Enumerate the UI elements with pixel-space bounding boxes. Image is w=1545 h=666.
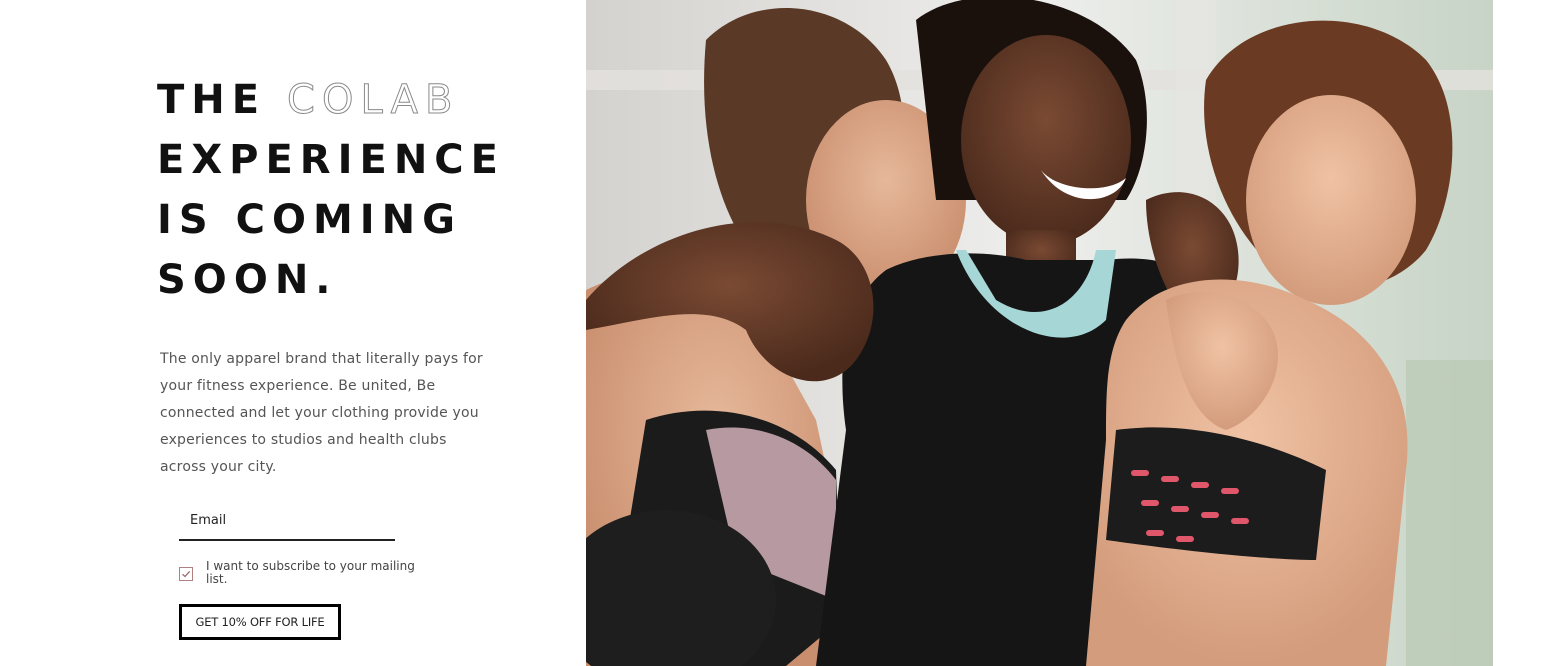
email-field[interactable] xyxy=(179,505,395,535)
headline-line-2: EXPERIENCE xyxy=(157,137,505,183)
subscribe-checkbox[interactable] xyxy=(179,567,193,581)
subscribe-option[interactable]: I want to subscribe to your mailing list… xyxy=(179,560,439,586)
headline-line-3: IS COMING xyxy=(157,197,462,243)
page-title: THE COLAB EXPERIENCE IS COMING SOON. xyxy=(157,70,505,310)
hero-photo xyxy=(586,0,1493,666)
email-field-wrapper xyxy=(179,505,395,541)
headline-word-colab: COLAB xyxy=(287,77,460,124)
subscribe-label: I want to subscribe to your mailing list… xyxy=(206,559,415,586)
photo-three-women-laughing-icon xyxy=(586,0,1493,666)
landing-page: THE COLAB EXPERIENCE IS COMING SOON. The… xyxy=(0,0,1545,666)
headline-line-1: THE COLAB xyxy=(157,70,505,130)
headline-line-4: SOON. xyxy=(157,257,338,303)
get-discount-button[interactable]: GET 10% OFF FOR LIFE xyxy=(179,604,341,640)
headline-word-the: THE xyxy=(157,77,267,123)
intro-paragraph: The only apparel brand that literally pa… xyxy=(160,351,483,475)
checkmark-icon xyxy=(182,570,191,578)
